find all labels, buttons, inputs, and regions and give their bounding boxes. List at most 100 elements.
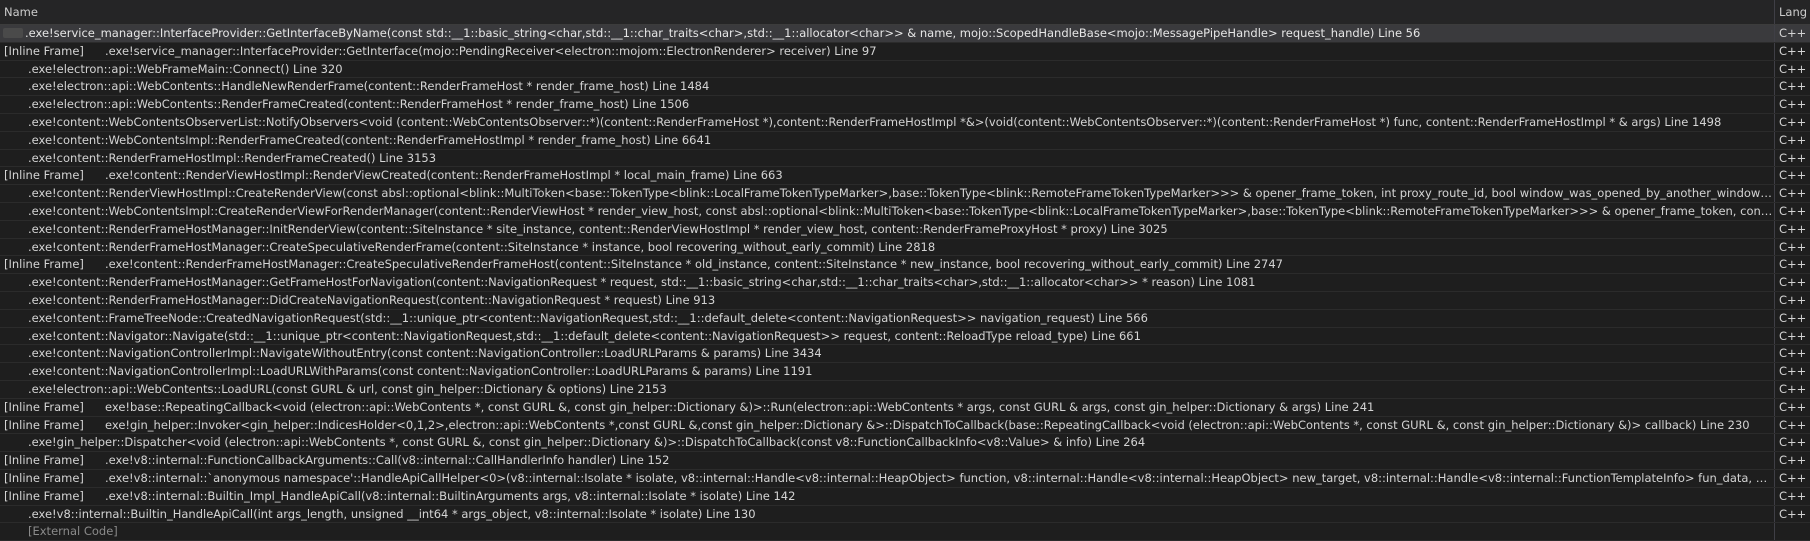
stack-frame-text: .exe!content::RenderFrameHostManager::Cr… <box>105 257 1283 272</box>
stack-frame-lang-cell: C++ <box>1779 435 1807 450</box>
stack-frame-name-cell: [Inline Frame] .exe!service_manager::Inte… <box>0 42 1775 60</box>
stack-frame-row[interactable]: .exe!content::FrameTreeNode::CreatedNavi… <box>0 309 1810 328</box>
stack-frame-row[interactable]: .exe!content::NavigationControllerImpl::… <box>0 345 1810 364</box>
current-frame-marker-icon <box>3 28 23 39</box>
stack-frame-row[interactable]: .exe!content::RenderFrameHostManager::Di… <box>0 291 1810 310</box>
stack-frame-name-cell: [Inline Frame] .exe!v8::internal::Builtin… <box>0 487 1775 505</box>
stack-frame-lang-cell: C++ <box>1779 506 1807 521</box>
stack-frame-row[interactable]: .exe!service_manager::InterfaceProvider:… <box>0 25 1810 43</box>
stack-frame-row[interactable]: .exe!electron::api::WebFrameMain::Connec… <box>0 60 1810 79</box>
stack-frame-lang-cell: C++ <box>1779 488 1807 503</box>
stack-frame-text: .exe!content::RenderFrameHostManager::Ge… <box>28 275 1256 290</box>
stack-frame-name-cell: [Inline Frame] exe!base::RepeatingCallbac… <box>0 398 1775 416</box>
stack-frame-text: .exe!content::Navigator::Navigate(std::_… <box>28 328 1141 343</box>
stack-frame-text: .exe!electron::api::WebContents::HandleN… <box>28 79 710 94</box>
stack-frame-row[interactable]: [Inline Frame] .exe!content::RenderViewHo… <box>0 167 1810 186</box>
stack-frame-row[interactable]: .exe!content::RenderFrameHostManager::In… <box>0 220 1810 239</box>
stack-frame-lang-cell: C++ <box>1779 97 1807 112</box>
stack-frame-name-cell: .exe!service_manager::InterfaceProvider:… <box>0 25 1775 42</box>
stack-frame-text: .exe!content::RenderFrameHostImpl::Rende… <box>28 150 437 165</box>
stack-frame-lang-cell: C++ <box>1779 328 1807 343</box>
inline-frame-tag: [Inline Frame] <box>4 417 84 432</box>
stack-frame-lang-cell: C++ <box>1779 150 1807 165</box>
stack-frame-name-cell: [Inline Frame] .exe!v8::internal::`anonym… <box>0 469 1775 487</box>
stack-frame-name-cell: .exe!electron::api::WebContents::RenderF… <box>0 96 1775 113</box>
stack-frame-text: .exe!service_manager::InterfaceProvider:… <box>25 26 1421 40</box>
stack-frame-lang-cell: C++ <box>1779 26 1807 40</box>
stack-frame-text: .exe!content::RenderFrameHostManager::In… <box>28 221 1168 236</box>
stack-frame-row[interactable]: .exe!content::RenderFrameHostImpl::Rende… <box>0 149 1810 168</box>
column-header-name[interactable]: Name <box>0 0 1775 24</box>
stack-frame-row[interactable]: .exe!content::WebContentsImpl::RenderFra… <box>0 131 1810 150</box>
stack-frame-row[interactable]: [Inline Frame] exe!base::RepeatingCallbac… <box>0 398 1810 417</box>
stack-frame-text: exe!base::RepeatingCallback<void (electr… <box>105 399 1375 414</box>
stack-frame-name-cell: .exe!content::RenderFrameHostManager::In… <box>0 220 1775 238</box>
stack-frame-lang-cell: C++ <box>1779 203 1807 218</box>
stack-frame-row[interactable]: [Inline Frame] .exe!v8::internal::Builtin… <box>0 487 1810 506</box>
stack-frame-text: .exe!v8::internal::Builtin_Impl_HandleAp… <box>105 488 796 503</box>
stack-frame-lang-cell: C++ <box>1779 186 1807 201</box>
stack-frame-name-cell: .exe!content::RenderFrameHostManager::Di… <box>0 291 1775 309</box>
stack-frame-text: .exe!content::NavigationControllerImpl::… <box>28 346 822 361</box>
stack-frame-text: .exe!content::WebContentsImpl::RenderFra… <box>28 132 712 147</box>
stack-frame-text: .exe!gin_helper::Dispatcher<void (electr… <box>28 435 1146 450</box>
stack-frame-row[interactable]: [Inline Frame] .exe!v8::internal::`anonym… <box>0 469 1810 488</box>
stack-frame-text: .exe!content::RenderViewHostImpl::Render… <box>105 168 783 183</box>
stack-frame-lang-cell: C++ <box>1779 346 1807 361</box>
stack-frame-row[interactable]: .exe!content::WebContentsImpl::CreateRen… <box>0 202 1810 221</box>
stack-frame-lang-cell: C++ <box>1779 114 1807 129</box>
stack-frame-name-cell: .exe!content::WebContentsImpl::RenderFra… <box>0 131 1775 149</box>
stack-frame-row[interactable]: .exe!content::Navigator::Navigate(std::_… <box>0 327 1810 346</box>
stack-frame-text: .exe!v8::internal::FunctionCallbackArgum… <box>105 453 670 468</box>
stack-frame-row[interactable]: .exe!v8::internal::Builtin_HandleApiCall… <box>0 505 1810 524</box>
stack-frame-name-cell: [External Code] <box>0 523 1775 541</box>
stack-frame-lang-cell: C++ <box>1779 310 1807 325</box>
stack-frame-text: .exe!content::WebContentsObserverList::N… <box>28 114 1722 129</box>
stack-frame-text: .exe!service_manager::InterfaceProvider:… <box>105 43 877 58</box>
stack-frame-row[interactable]: .exe!gin_helper::Dispatcher<void (electr… <box>0 434 1810 453</box>
stack-frame-text: .exe!electron::api::WebContents::RenderF… <box>28 97 690 112</box>
stack-frame-lang-cell: C++ <box>1779 257 1807 272</box>
inline-frame-tag: [Inline Frame] <box>4 488 84 503</box>
inline-frame-tag: [Inline Frame] <box>4 257 84 272</box>
stack-frame-name-cell: .exe!content::WebContentsImpl::CreateRen… <box>0 202 1775 220</box>
stack-frame-name-cell: [Inline Frame] .exe!content::RenderViewHo… <box>0 167 1775 185</box>
stack-frame-lang-cell: C++ <box>1779 132 1807 147</box>
stack-frame-row[interactable]: [Inline Frame] exe!gin_helper::Invoker<gi… <box>0 416 1810 435</box>
column-header-lang[interactable]: Lang <box>1775 0 1810 24</box>
stack-frame-row[interactable]: [External Code] <box>0 523 1810 541</box>
stack-frame-lang-cell: C++ <box>1779 381 1807 396</box>
stack-frame-row[interactable]: .exe!electron::api::WebContents::LoadURL… <box>0 380 1810 399</box>
stack-frame-name-cell: .exe!content::NavigationControllerImpl::… <box>0 363 1775 380</box>
stack-frame-row[interactable]: .exe!content::NavigationControllerImpl::… <box>0 363 1810 381</box>
stack-frame-lang-cell: C++ <box>1779 239 1807 254</box>
stack-frame-name-cell: [Inline Frame] .exe!v8::internal::Functio… <box>0 452 1775 469</box>
stack-frame-name-cell: .exe!content::NavigationControllerImpl::… <box>0 345 1775 363</box>
stack-frame-name-cell: .exe!content::Navigator::Navigate(std::_… <box>0 327 1775 345</box>
stack-frame-name-cell: .exe!v8::internal::Builtin_HandleApiCall… <box>0 505 1775 523</box>
call-stack-grid: Name Lang .exe!service_manager::Interfac… <box>0 0 1810 541</box>
stack-frame-name-cell: .exe!content::WebContentsObserverList::N… <box>0 113 1775 131</box>
call-stack-rows: .exe!service_manager::InterfaceProvider:… <box>0 25 1810 541</box>
inline-frame-tag: [Inline Frame] <box>4 168 84 183</box>
stack-frame-row[interactable]: [Inline Frame] .exe!v8::internal::Functio… <box>0 452 1810 470</box>
stack-frame-row[interactable]: .exe!electron::api::WebContents::RenderF… <box>0 96 1810 114</box>
stack-frame-lang-cell: C++ <box>1779 43 1807 58</box>
stack-frame-text: .exe!electron::api::WebContents::LoadURL… <box>28 381 667 396</box>
stack-frame-row[interactable]: .exe!electron::api::WebContents::HandleN… <box>0 78 1810 97</box>
stack-frame-text: .exe!electron::api::WebFrameMain::Connec… <box>28 61 343 76</box>
stack-frame-row[interactable]: .exe!content::RenderFrameHostManager::Ge… <box>0 274 1810 292</box>
stack-frame-name-cell: .exe!gin_helper::Dispatcher<void (electr… <box>0 434 1775 452</box>
stack-frame-text: .exe!v8::internal::`anonymous namespace'… <box>105 470 1774 485</box>
stack-frame-text: .exe!content::RenderFrameHostManager::Cr… <box>28 239 936 254</box>
stack-frame-name-cell: .exe!content::FrameTreeNode::CreatedNavi… <box>0 309 1775 327</box>
stack-frame-text: .exe!content::NavigationControllerImpl::… <box>28 364 813 379</box>
stack-frame-row[interactable]: [Inline Frame] .exe!content::RenderFrameH… <box>0 256 1810 275</box>
stack-frame-row[interactable]: .exe!content::RenderViewHostImpl::Create… <box>0 185 1810 203</box>
stack-frame-row[interactable]: [Inline Frame] .exe!service_manager::Inte… <box>0 42 1810 61</box>
stack-frame-row[interactable]: .exe!content::WebContentsObserverList::N… <box>0 113 1810 132</box>
stack-frame-row[interactable]: .exe!content::RenderFrameHostManager::Cr… <box>0 238 1810 257</box>
stack-frame-name-cell: .exe!content::RenderFrameHostManager::Cr… <box>0 238 1775 256</box>
stack-frame-name-cell: .exe!content::RenderFrameHostManager::Ge… <box>0 274 1775 291</box>
inline-frame-tag: [Inline Frame] <box>4 453 84 468</box>
